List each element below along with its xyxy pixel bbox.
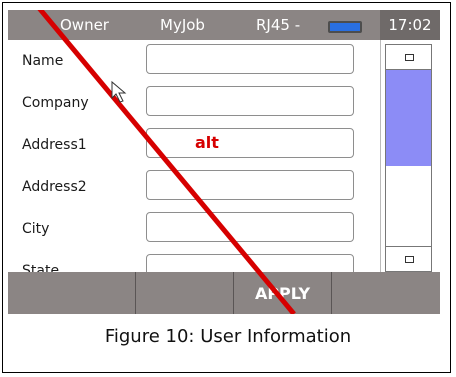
scroll-up-button[interactable] [385,44,432,70]
clock: 17:02 [380,10,440,40]
scroll-down-icon [405,256,414,263]
softkey-bar: APPLY [8,272,440,314]
address1-value: alt [195,133,219,152]
figure-caption: Figure 10: User Information [104,326,352,347]
city-field[interactable] [146,212,354,242]
company-label: Company [22,95,89,111]
softkey-4[interactable] [332,272,440,314]
scroll-thumb[interactable] [386,70,431,166]
scrollbar[interactable] [380,40,440,272]
company-field[interactable] [146,86,354,116]
softkey-2[interactable] [136,272,234,314]
address1-label: Address1 [22,137,87,153]
form-row-name: Name [8,40,380,82]
device-screen: Owner MyJob RJ45 - 17:02 Name Company Ad… [8,10,440,314]
city-label: City [22,221,50,237]
status-bar: Owner MyJob RJ45 - 17:02 [8,10,440,40]
form-row-address2: Address2 [8,166,380,208]
form-row-company: Company [8,82,380,124]
name-field[interactable] [146,44,354,74]
form-row-city: City [8,208,380,250]
scroll-down-button[interactable] [385,246,432,272]
address2-label: Address2 [22,179,87,195]
scroll-up-icon [405,54,414,61]
owner-label[interactable]: Owner [60,16,109,34]
form-row-address1: Address1 alt [8,124,380,166]
apply-button[interactable]: APPLY [234,272,332,314]
address1-field[interactable]: alt [146,128,354,158]
softkey-1[interactable] [8,272,136,314]
address2-field[interactable] [146,170,354,200]
port-label[interactable]: RJ45 - [256,16,300,34]
battery-icon [328,21,362,33]
name-label: Name [22,53,64,69]
job-label[interactable]: MyJob [160,16,205,34]
